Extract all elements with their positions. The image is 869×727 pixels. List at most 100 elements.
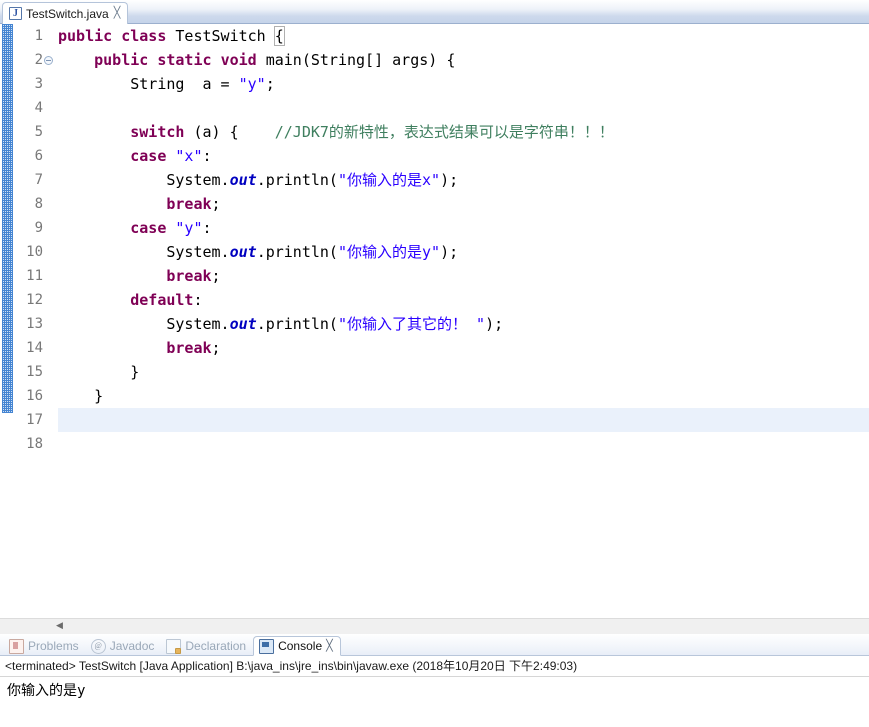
code-line[interactable] <box>58 432 869 456</box>
code-token: case <box>130 219 167 237</box>
fold-collapse-icon[interactable] <box>44 56 53 65</box>
panel-tab-label: Javadoc <box>109 639 155 653</box>
code-token: static <box>157 51 212 69</box>
code-token: break <box>166 267 212 285</box>
line-number: 2 <box>14 48 53 72</box>
line-number: 10 <box>26 244 43 260</box>
code-line[interactable]: } <box>58 384 869 408</box>
code-line[interactable]: System.out.println("你输入的是x"); <box>58 168 869 192</box>
code-token: : <box>193 291 203 309</box>
line-number: 3 <box>34 76 43 92</box>
line-number: 1 <box>34 28 43 44</box>
folding-ruler[interactable] <box>46 24 58 618</box>
code-token: .println( <box>256 171 338 189</box>
scroll-left-icon[interactable]: ◀ <box>56 622 63 631</box>
line-number: 18 <box>26 436 43 452</box>
line-number: 5 <box>34 124 43 140</box>
code-line[interactable]: break; <box>58 336 869 360</box>
code-line[interactable]: break; <box>58 264 869 288</box>
code-token: class <box>121 27 167 45</box>
problems-icon <box>9 638 24 654</box>
code-token: //JDK7的新特性，表达式结果可以是字符串！！！ <box>274 123 614 141</box>
line-number: 14 <box>26 340 43 356</box>
code-token: : <box>202 219 212 237</box>
code-editor[interactable]: 1 2 3 4 5 6 7 8 9 10 11 12 13 14 15 16 17 18 public class… <box>0 24 869 618</box>
code-line[interactable] <box>58 96 869 120</box>
code-token: switch <box>130 123 185 141</box>
editor-tab-label: TestSwitch.java <box>26 6 109 21</box>
code-token: "你输入了其它的！ " <box>337 315 486 333</box>
editor-horizontal-scrollbar[interactable]: ◀ <box>0 618 869 634</box>
code-token: String a = <box>58 75 239 93</box>
code-token: ; <box>211 195 221 213</box>
code-line[interactable]: switch (a) { //JDK7的新特性，表达式结果可以是字符串！！！ <box>58 120 869 144</box>
code-line[interactable]: public static void main(String[] args) { <box>58 48 869 72</box>
line-number: 6 <box>34 148 43 164</box>
code-token: "你输入的是y" <box>337 243 441 261</box>
close-icon[interactable]: ╳ <box>114 8 121 19</box>
code-token: "x" <box>175 147 203 165</box>
code-token: break <box>166 339 212 357</box>
code-token: default <box>130 291 194 309</box>
code-token: System. <box>58 171 230 189</box>
code-token: .println( <box>256 315 338 333</box>
current-line-highlight <box>58 408 869 432</box>
annotation-ruler-mark <box>2 24 13 413</box>
panel-tab-bar: Problems @ Javadoc Declaration Console ╳ <box>0 634 869 656</box>
code-token: ; <box>211 339 221 357</box>
panel-tab-problems[interactable]: Problems <box>4 636 86 656</box>
code-token: void <box>220 51 257 69</box>
annotation-ruler[interactable] <box>0 24 14 618</box>
code-token: ; <box>211 267 221 285</box>
code-line[interactable]: case "x": <box>58 144 869 168</box>
code-token: out <box>229 315 257 333</box>
code-line[interactable]: default: <box>58 288 869 312</box>
code-token: (a) { <box>184 123 275 141</box>
line-number: 4 <box>34 100 43 116</box>
code-token: public <box>94 51 149 69</box>
line-number: 13 <box>26 316 43 332</box>
code-line[interactable]: System.out.println("你输入的是y"); <box>58 240 869 264</box>
line-number: 16 <box>26 388 43 404</box>
line-number: 17 <box>26 412 43 428</box>
panel-tab-label: Declaration <box>185 639 247 653</box>
editor-tab-testswitch[interactable]: J TestSwitch.java ╳ <box>2 2 129 24</box>
code-token: TestSwitch <box>166 27 275 45</box>
panel-tab-console[interactable]: Console ╳ <box>253 636 341 656</box>
code-token: .println( <box>256 243 338 261</box>
panel-tab-label: Console <box>278 639 323 653</box>
code-token: "y" <box>175 219 203 237</box>
code-token: case <box>130 147 167 165</box>
code-line[interactable]: case "y": <box>58 216 869 240</box>
bottom-panel: Problems @ Javadoc Declaration Console ╳ <ter… <box>0 634 869 726</box>
code-line[interactable]: } <box>58 408 869 432</box>
code-token: ; <box>265 75 275 93</box>
code-line[interactable]: } <box>58 360 869 384</box>
line-number: 9 <box>34 220 43 236</box>
code-line[interactable]: System.out.println("你输入了其它的！ "); <box>58 312 869 336</box>
code-line[interactable]: break; <box>58 192 869 216</box>
panel-tab-declaration[interactable]: Declaration <box>161 636 253 656</box>
code-token: ); <box>440 171 459 189</box>
java-file-icon: J <box>9 7 22 20</box>
console-process-line: <terminated> TestSwitch [Java Applicatio… <box>0 656 869 677</box>
code-content[interactable]: public class TestSwitch { public static … <box>58 24 869 618</box>
close-icon[interactable]: ╳ <box>326 640 333 652</box>
panel-tab-javadoc[interactable]: @ Javadoc <box>86 636 162 656</box>
code-token: : <box>202 147 212 165</box>
javadoc-icon: @ <box>90 638 106 654</box>
code-token: } <box>58 387 104 405</box>
code-line[interactable]: String a = "y"; <box>58 72 869 96</box>
code-line[interactable]: public class TestSwitch { <box>58 24 869 48</box>
code-token: { <box>273 26 285 46</box>
